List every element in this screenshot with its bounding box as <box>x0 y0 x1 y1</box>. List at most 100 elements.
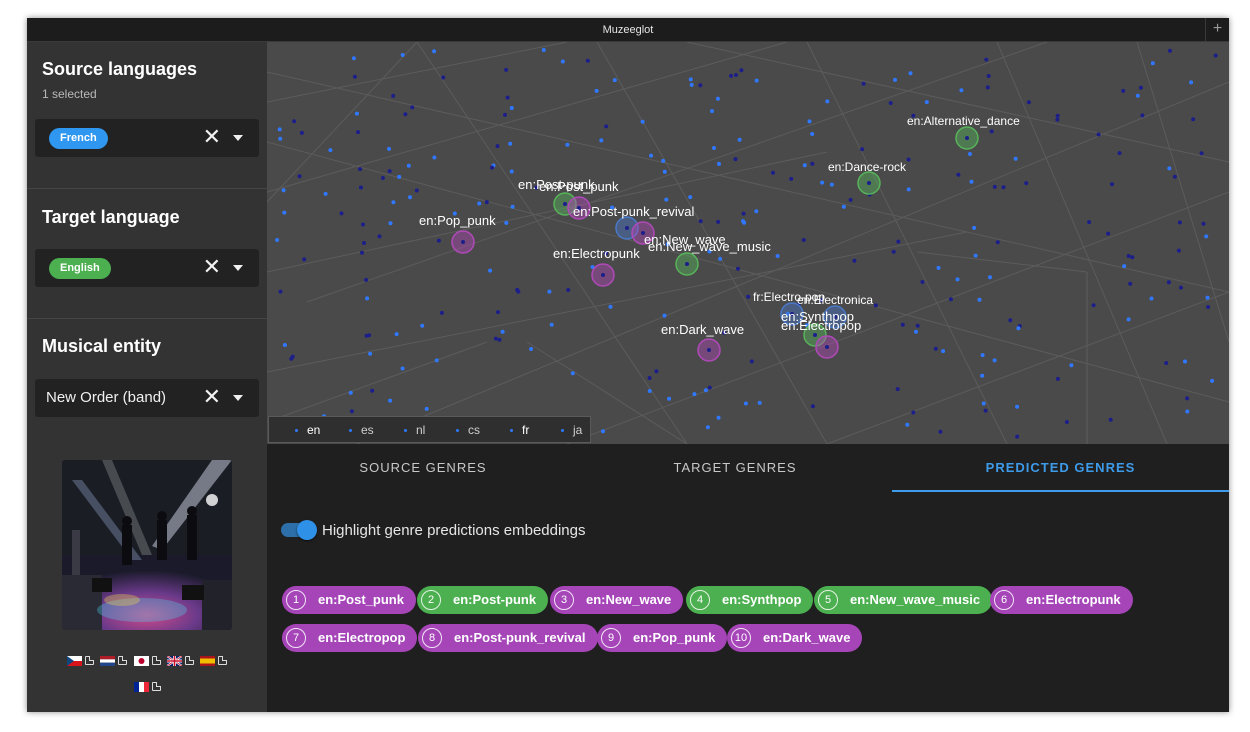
highlight-toggle[interactable] <box>281 520 317 540</box>
legend-item-ja[interactable]: ja <box>561 423 582 437</box>
embedding-point[interactable] <box>1117 151 1122 156</box>
embedding-point[interactable] <box>956 172 961 177</box>
embedding-point[interactable] <box>360 250 364 255</box>
embedding-point[interactable] <box>516 289 521 294</box>
embedding-point[interactable] <box>968 152 972 156</box>
embedding-point[interactable] <box>547 289 552 294</box>
embedding-point[interactable] <box>388 221 393 226</box>
embedding-point[interactable] <box>983 408 988 413</box>
embedding-point[interactable] <box>1140 113 1145 118</box>
embedding-point[interactable] <box>1130 255 1135 260</box>
embedding-point[interactable] <box>749 359 754 364</box>
predicted-genre-chip[interactable]: 1 en:Post_punk <box>282 586 416 614</box>
embedding-point[interactable] <box>860 147 865 152</box>
embedding-point[interactable] <box>367 333 372 338</box>
embedding-point[interactable] <box>1110 182 1114 187</box>
embedding-point[interactable] <box>1087 220 1092 225</box>
embedding-point[interactable] <box>441 75 446 80</box>
embedding-point[interactable] <box>358 167 362 172</box>
new-tab-button[interactable]: + <box>1205 18 1229 42</box>
embedding-point[interactable] <box>852 258 857 263</box>
embedding-point[interactable] <box>829 182 834 187</box>
embedding-point[interactable] <box>973 253 978 258</box>
embedding-point[interactable] <box>654 369 659 374</box>
embedding-point[interactable] <box>282 210 287 215</box>
embedding-point[interactable] <box>354 111 359 116</box>
embedding-point[interactable] <box>1191 117 1196 122</box>
target-language-select[interactable]: English ✕ <box>35 249 259 287</box>
embedding-point[interactable] <box>986 74 991 78</box>
embedding-point[interactable] <box>810 132 815 136</box>
embedding-point[interactable] <box>848 197 853 202</box>
embedding-point[interactable] <box>733 157 738 162</box>
embedding-point[interactable] <box>647 376 652 380</box>
embedding-point[interactable] <box>1168 48 1172 53</box>
embedding-point[interactable] <box>810 161 815 166</box>
embedding-point[interactable] <box>496 310 500 315</box>
embedding-point[interactable] <box>737 137 742 142</box>
embedding-point[interactable] <box>757 400 762 405</box>
embedding-point[interactable] <box>436 238 441 243</box>
predicted-genre-chip[interactable]: 7 en:Electropop <box>282 624 418 652</box>
embedding-point[interactable] <box>391 200 396 205</box>
embedding-point[interactable] <box>1001 185 1006 190</box>
embedding-point[interactable] <box>299 130 304 135</box>
embedding-point[interactable] <box>508 141 513 146</box>
source-languages-select[interactable]: French ✕ <box>35 119 259 157</box>
embedding-point[interactable] <box>754 78 759 83</box>
embedding-point[interactable] <box>493 336 498 341</box>
embedding-point[interactable] <box>500 329 505 334</box>
predicted-genre-chip[interactable]: 5 en:New_wave_music <box>814 586 993 614</box>
embedding-point[interactable] <box>716 219 721 224</box>
embedding-point[interactable] <box>504 67 509 72</box>
embedding-point[interactable] <box>981 401 986 406</box>
embedding-point[interactable] <box>1201 221 1206 226</box>
embedding-point[interactable] <box>1128 281 1133 286</box>
embedding-point[interactable] <box>388 398 393 403</box>
embedding-point[interactable] <box>370 388 375 393</box>
embedding-point[interactable] <box>716 415 721 420</box>
embedding-point[interactable] <box>1106 231 1111 236</box>
embedding-plot[interactable]: en:Alternative_dance en:Dance-rock en:Post… <box>267 42 1229 444</box>
clear-icon[interactable]: ✕ <box>203 125 221 149</box>
embedding-point[interactable] <box>377 234 382 239</box>
embedding-point[interactable] <box>746 294 751 299</box>
embedding-point[interactable] <box>980 373 985 378</box>
embedding-point[interactable] <box>278 289 283 294</box>
embedding-point[interactable] <box>490 165 495 170</box>
embedding-point[interactable] <box>703 388 708 393</box>
embedding-point[interactable] <box>585 58 590 63</box>
legend-item-nl[interactable]: nl <box>404 423 425 437</box>
embedding-point[interactable] <box>278 136 283 141</box>
embedding-point[interactable] <box>742 220 747 225</box>
embedding-point[interactable] <box>565 142 570 147</box>
chevron-down-icon[interactable] <box>233 135 243 141</box>
legend-item-es[interactable]: es <box>349 423 374 437</box>
embedding-point[interactable] <box>1121 88 1126 93</box>
embedding-point[interactable] <box>1205 295 1210 300</box>
embedding-point[interactable] <box>348 390 353 395</box>
embedding-point[interactable] <box>698 83 703 88</box>
embedding-point[interactable] <box>1015 434 1020 439</box>
embedding-point[interactable] <box>1210 378 1215 383</box>
embedding-point[interactable] <box>689 82 694 87</box>
embedding-point[interactable] <box>1167 166 1172 171</box>
embedding-point[interactable] <box>289 356 294 361</box>
embedding-point[interactable] <box>1013 156 1018 161</box>
embedding-point[interactable] <box>900 322 905 327</box>
embedding-point[interactable] <box>352 74 357 79</box>
embedding-point[interactable] <box>439 310 444 315</box>
predicted-genre-chip[interactable]: 4 en:Synthpop <box>686 586 814 614</box>
embedding-point[interactable] <box>434 358 439 363</box>
embedding-point[interactable] <box>995 240 1000 245</box>
embedding-point[interactable] <box>1135 93 1140 98</box>
embedding-point[interactable] <box>1199 151 1204 156</box>
embedding-point[interactable] <box>400 366 405 371</box>
embedding-point[interactable] <box>362 241 366 245</box>
embedding-point[interactable] <box>662 313 667 318</box>
language-chip-french[interactable]: French <box>49 128 108 149</box>
embedding-point[interactable] <box>820 180 825 185</box>
embedding-point[interactable] <box>1016 326 1021 331</box>
embedding-canvas[interactable]: en:Alternative_dance en:Dance-rock en:Post… <box>267 42 1229 444</box>
embedding-point[interactable] <box>893 77 897 82</box>
